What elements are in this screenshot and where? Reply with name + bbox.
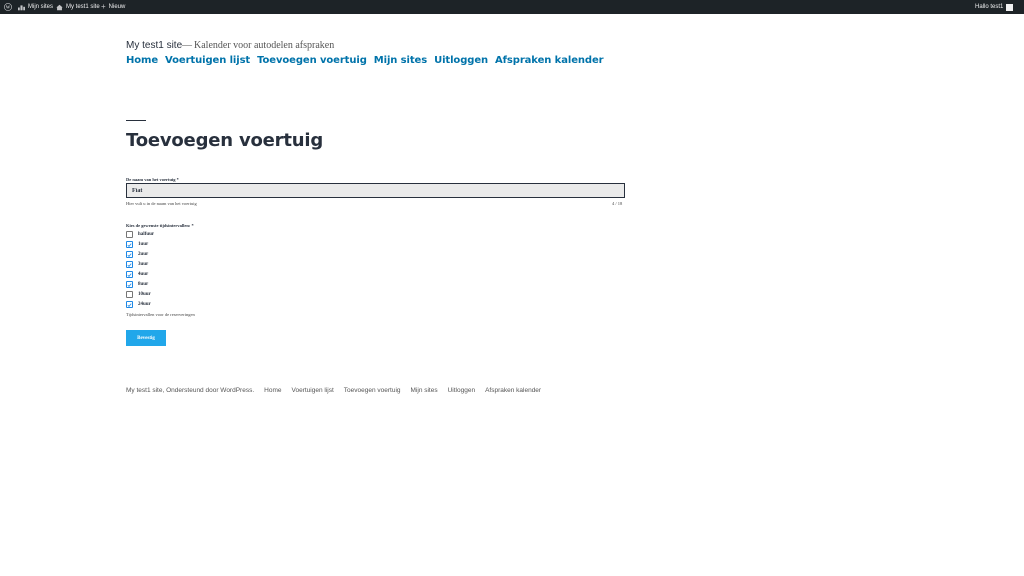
site-description: Kalender voor autodelen afspraken bbox=[194, 40, 335, 51]
greeting-label: Hallo test1 bbox=[975, 4, 1004, 10]
check-icon bbox=[127, 272, 132, 277]
footer-link-voertuigen-lijst[interactable]: Voertuigen lijst bbox=[291, 387, 333, 394]
footer-link-afspraken-kalender[interactable]: Afspraken kalender bbox=[485, 387, 541, 394]
interval-option-8uur[interactable]: 8uur bbox=[126, 280, 148, 289]
interval-field-help: Tijdsintervallen voor de reserveringen bbox=[126, 312, 195, 317]
footer-link-home[interactable]: Home bbox=[264, 387, 281, 394]
interval-option-3uur[interactable]: 3uur bbox=[126, 260, 148, 269]
nav-voertuigen-lijst[interactable]: Voertuigen lijst bbox=[165, 55, 250, 66]
checkbox-label: halfuur bbox=[138, 232, 155, 237]
check-icon bbox=[127, 282, 132, 287]
svg-text:W: W bbox=[6, 5, 11, 10]
nav-uitloggen[interactable]: Uitloggen bbox=[434, 55, 488, 66]
title-divider bbox=[126, 120, 146, 121]
checkbox-label: 10uur bbox=[138, 292, 151, 297]
new-label: Nieuw bbox=[108, 4, 126, 10]
checkbox-label: 1uur bbox=[138, 242, 149, 247]
checkbox[interactable] bbox=[126, 271, 133, 278]
submit-button[interactable]: Bevestig bbox=[126, 330, 166, 346]
nav-toevoegen-voertuig[interactable]: Toevoegen voertuig bbox=[257, 55, 367, 66]
new-content-menu[interactable]: + Nieuw bbox=[101, 0, 125, 14]
checkbox[interactable] bbox=[126, 251, 133, 258]
interval-option-10uur[interactable]: 10uur bbox=[126, 290, 151, 299]
nav-home[interactable]: Home bbox=[126, 55, 158, 66]
checkbox-label: 4uur bbox=[138, 272, 149, 277]
interval-option-halfuur[interactable]: halfuur bbox=[126, 230, 154, 239]
admin-bar: W Mijn sites My test1 site + Nieuw Hallo… bbox=[0, 0, 1024, 14]
vehicle-name-input[interactable] bbox=[126, 183, 625, 198]
check-icon bbox=[127, 262, 132, 267]
checkbox[interactable] bbox=[126, 281, 133, 288]
checkbox-label: 24uur bbox=[138, 302, 151, 307]
footer-link-toevoegen-voertuig[interactable]: Toevoegen voertuig bbox=[344, 387, 401, 394]
name-field-label: De naam van het voertuig * bbox=[126, 177, 179, 182]
checkbox[interactable] bbox=[126, 231, 133, 238]
sites-icon bbox=[18, 4, 25, 10]
checkbox[interactable] bbox=[126, 291, 133, 298]
wordpress-logo-icon[interactable]: W bbox=[4, 0, 12, 14]
character-counter: 4 / 18 bbox=[612, 201, 623, 206]
interval-option-4uur[interactable]: 4uur bbox=[126, 270, 148, 279]
site-name-menu[interactable]: My test1 site bbox=[56, 0, 100, 14]
checkbox-label: 2uur bbox=[138, 252, 149, 257]
interval-field-label: Kies de gewenste tijdsintervallen: * bbox=[126, 223, 194, 228]
site-footer: My test1 site, Ondersteund door WordPres… bbox=[126, 387, 541, 394]
nav-mijn-sites[interactable]: Mijn sites bbox=[374, 55, 427, 66]
check-icon bbox=[127, 252, 132, 257]
site-title[interactable]: My test1 site bbox=[126, 40, 182, 51]
checkbox-label: 8uur bbox=[138, 282, 149, 287]
primary-navigation: Home Voertuigen lijst Toevoegen voertuig… bbox=[126, 55, 604, 66]
avatar bbox=[1006, 3, 1014, 11]
checkbox-label: 3uur bbox=[138, 262, 149, 267]
nav-afspraken-kalender[interactable]: Afspraken kalender bbox=[495, 55, 604, 66]
my-account-menu[interactable]: Hallo test1 bbox=[975, 0, 1014, 14]
page-title: Toevoegen voertuig bbox=[126, 130, 324, 151]
checkbox[interactable] bbox=[126, 261, 133, 268]
interval-option-2uur[interactable]: 2uur bbox=[126, 250, 148, 259]
check-icon bbox=[127, 242, 132, 247]
title-separator: — bbox=[182, 40, 192, 51]
my-sites-label: Mijn sites bbox=[28, 4, 54, 10]
checkbox[interactable] bbox=[126, 301, 133, 308]
footer-credit: My test1 site, Ondersteund door WordPres… bbox=[126, 387, 255, 394]
check-icon bbox=[127, 302, 132, 307]
footer-link-uitloggen[interactable]: Uitloggen bbox=[448, 387, 475, 394]
my-sites-menu[interactable]: Mijn sites bbox=[18, 0, 53, 14]
plus-icon: + bbox=[101, 2, 106, 11]
interval-option-24uur[interactable]: 24uur bbox=[126, 300, 151, 309]
interval-option-1uur[interactable]: 1uur bbox=[126, 240, 148, 249]
footer-link-mijn-sites[interactable]: Mijn sites bbox=[411, 387, 438, 394]
checkbox[interactable] bbox=[126, 241, 133, 248]
name-field-help: Hier vult u in de naam van het voertuig bbox=[126, 201, 197, 206]
home-icon bbox=[56, 4, 63, 10]
site-name-label: My test1 site bbox=[66, 4, 100, 10]
